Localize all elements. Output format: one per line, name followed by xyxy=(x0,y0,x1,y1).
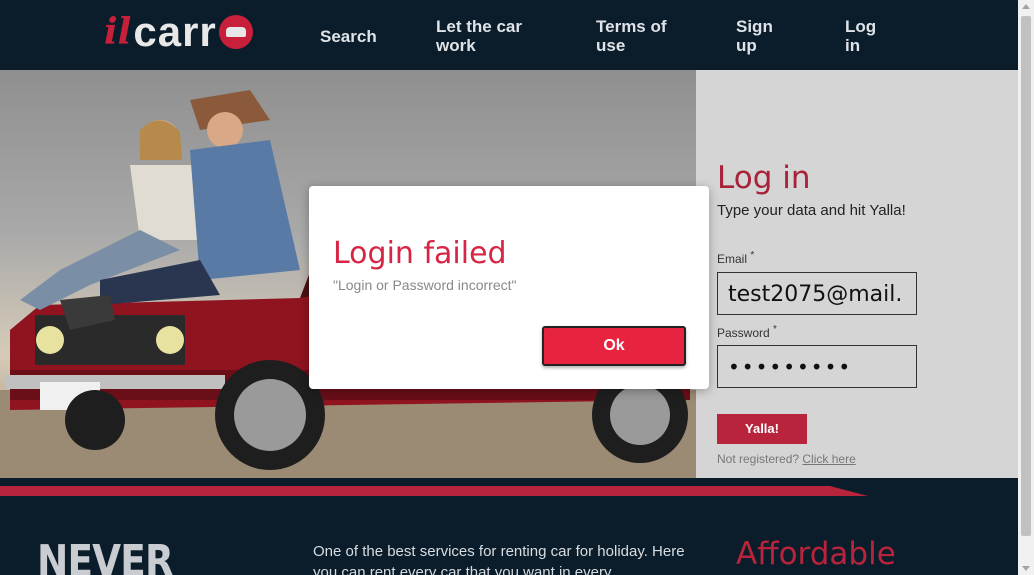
nav-terms-link[interactable]: Terms of use xyxy=(596,17,686,55)
header: il carr Search Let the car work Terms of … xyxy=(0,0,1018,70)
nav-login-link[interactable]: Log in xyxy=(845,17,885,55)
dialog-message: "Login or Password incorrect" xyxy=(333,277,517,293)
affordable-heading: Affordable xyxy=(736,536,896,572)
login-failed-dialog: Login failed "Login or Password incorrec… xyxy=(309,186,709,389)
password-label: Password * xyxy=(717,324,777,340)
ok-button[interactable]: Ok xyxy=(542,326,686,366)
email-field[interactable]: test2075@mail. xyxy=(717,272,917,315)
nav-let-car-work-link[interactable]: Let the car work xyxy=(436,17,546,55)
password-field[interactable]: ••••••••• xyxy=(717,345,917,388)
login-panel: Log in Type your data and hit Yalla! Ema… xyxy=(696,70,1018,478)
login-title: Log in xyxy=(717,160,811,196)
dialog-title: Login failed xyxy=(333,236,507,271)
car-icon xyxy=(218,15,253,49)
services-description: One of the best services for renting car… xyxy=(313,543,685,575)
not-registered-text: Not registered? Click here xyxy=(717,452,856,466)
scroll-down-icon[interactable] xyxy=(1022,566,1030,571)
never-heading: NEVER xyxy=(37,536,174,575)
email-label: Email * xyxy=(717,250,755,266)
page-scrollbar[interactable] xyxy=(1018,0,1034,575)
red-stripe-divider xyxy=(0,486,868,496)
click-here-link[interactable]: Click here xyxy=(802,452,855,466)
nav-search-link[interactable]: Search xyxy=(320,27,377,46)
ilcarro-logo[interactable]: il carr xyxy=(104,8,253,55)
scrollbar-thumb[interactable] xyxy=(1021,16,1031,536)
login-subtitle: Type your data and hit Yalla! xyxy=(717,202,906,219)
nav-signup-link[interactable]: Sign up xyxy=(736,17,786,55)
scroll-up-icon[interactable] xyxy=(1022,4,1030,9)
yalla-submit-button[interactable]: Yalla! xyxy=(717,414,807,444)
